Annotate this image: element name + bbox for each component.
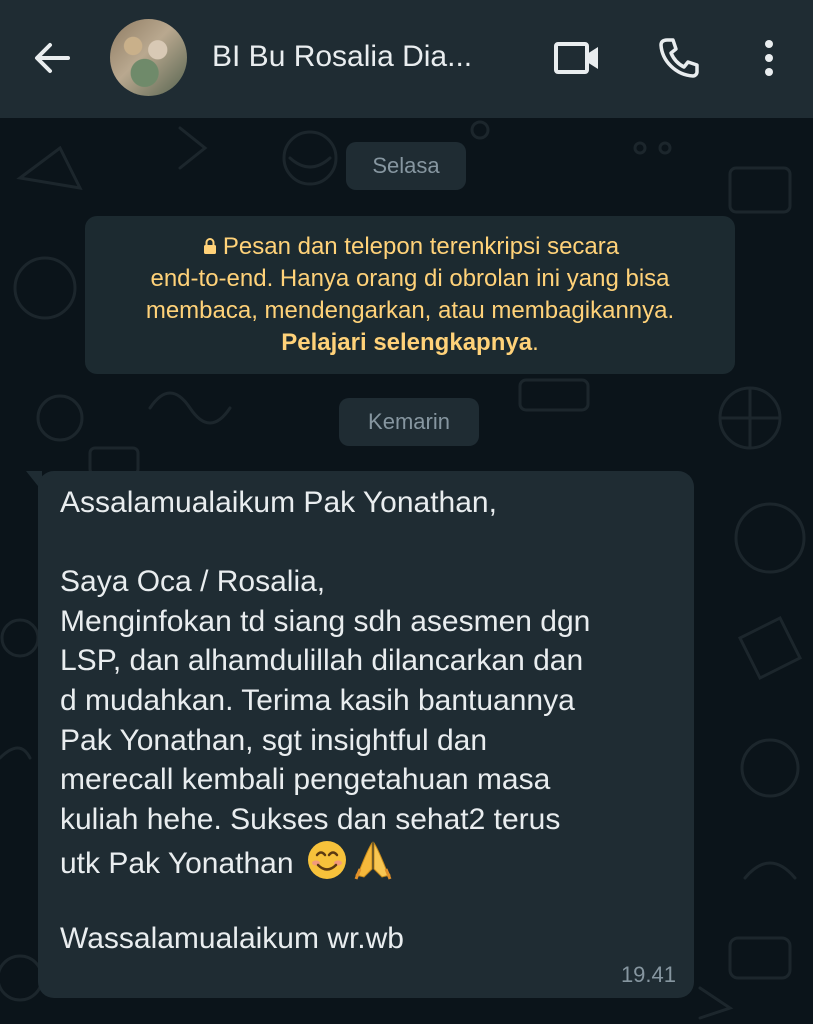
message-line: Saya Oca / Rosalia, xyxy=(60,565,326,599)
notice-text-line-1: Pesan dan telepon terenkripsi secara xyxy=(222,233,620,260)
incoming-message-bubble[interactable]: Assalamualaikum Pak Yonathan, Saya Oca /… xyxy=(38,471,694,998)
video-call-icon[interactable] xyxy=(553,38,601,78)
chat-header: BI Bu Rosalia Dia... xyxy=(0,0,813,118)
message-line-with-emoji: utk Pak Yonathan xyxy=(60,839,672,881)
smiling-face-emoji xyxy=(307,841,346,880)
avatar[interactable] xyxy=(110,19,187,96)
learn-more-link[interactable]: Pelajari selengkapnya xyxy=(281,329,532,356)
message-line xyxy=(60,523,672,563)
back-arrow-icon[interactable] xyxy=(30,36,74,80)
lock-icon xyxy=(203,238,216,254)
notice-link-suffix: . xyxy=(532,329,539,356)
chat-area[interactable]: Selasa Pesan dan telepon terenkripsi sec… xyxy=(0,118,813,1024)
phone-call-icon[interactable] xyxy=(657,36,701,80)
date-chip: Selasa xyxy=(346,142,466,190)
contact-name[interactable]: BI Bu Rosalia Dia... xyxy=(212,40,532,74)
message-line: Wassalamualaikum wr.wb xyxy=(60,921,404,955)
message-line: Assalamualaikum Pak Yonathan, xyxy=(60,486,497,519)
message-line: Pak Yonathan, sgt insightful dan xyxy=(60,723,488,757)
message-line: merecall kembali pengetahuan masa xyxy=(60,763,551,797)
message-line: d mudahkan. Terima kasih bantuannya xyxy=(60,683,575,717)
date-chip: Kemarin xyxy=(339,398,479,446)
message-timestamp: 19.41 xyxy=(620,962,676,987)
more-options-icon[interactable] xyxy=(756,36,782,80)
message-line xyxy=(60,879,672,919)
encryption-notice[interactable]: Pesan dan telepon terenkripsi secara end… xyxy=(85,216,735,374)
folded-hands-emoji xyxy=(354,841,392,880)
message-line: Menginfokan td siang sdh asesmen dgn xyxy=(60,604,591,638)
notice-text-line-2: end-to-end. Hanya orang di obrolan ini y… xyxy=(150,265,670,292)
message-line: utk Pak Yonathan xyxy=(60,847,294,881)
notice-text-line-3: membaca, mendengarkan, atau membagikanny… xyxy=(145,297,675,324)
message-line: kuliah hehe. Sukses dan sehat2 terus xyxy=(60,802,561,836)
message-line: LSP, dan alhamdulillah dilancarkan dan xyxy=(60,644,584,678)
